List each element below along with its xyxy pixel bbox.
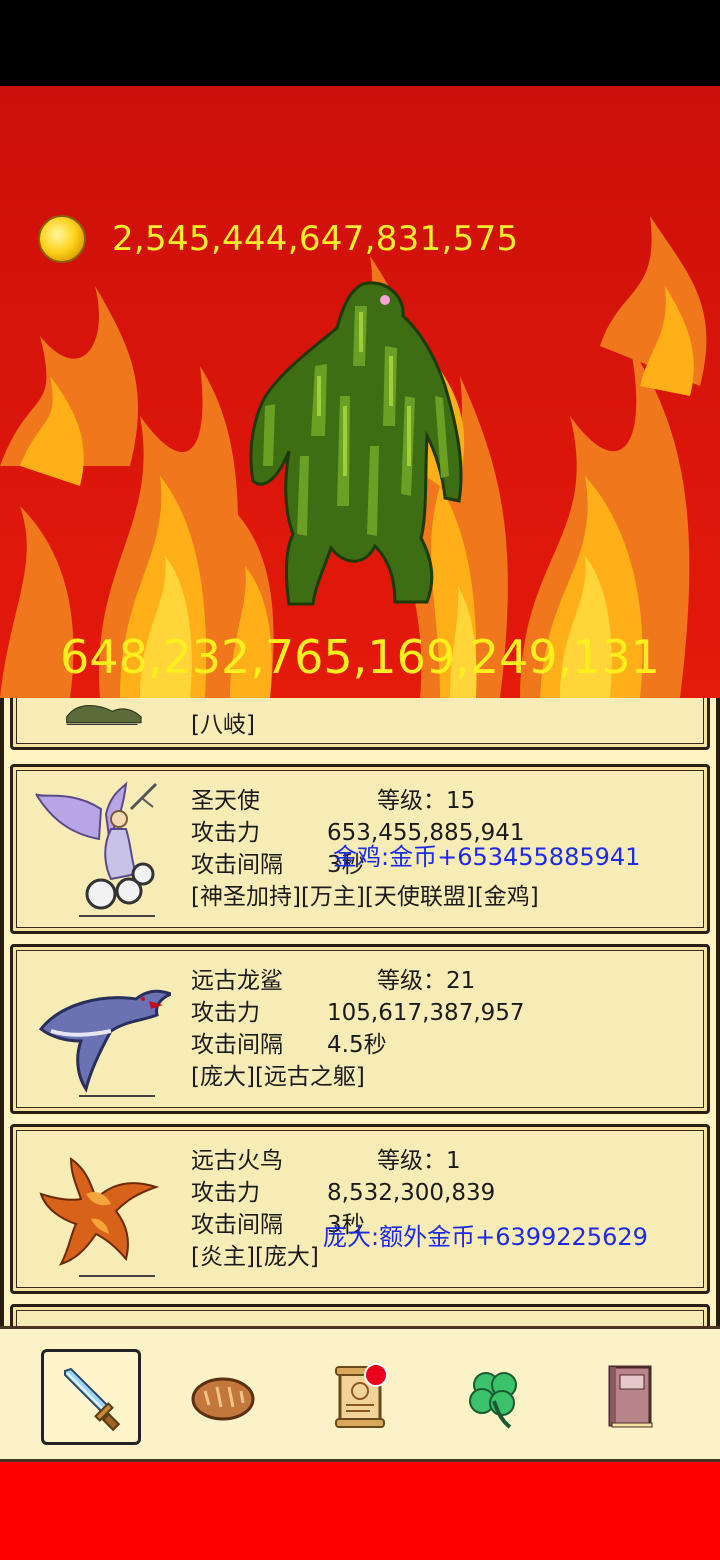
list-border-left: [0, 698, 4, 1330]
firebird-portrait: [39, 1157, 160, 1266]
yamata-portrait: [66, 705, 142, 725]
attack-label: 攻击力: [191, 1180, 260, 1206]
holy-angel-portrait: [35, 781, 158, 910]
tab-quests[interactable]: [310, 1349, 410, 1445]
unit-list[interactable]: [八岐] 圣天使 等级：15 攻击力 653,455,885,941 攻击间隔 …: [0, 698, 720, 1330]
unit-name: 远古火鸟: [191, 1148, 283, 1174]
book-icon: [608, 1365, 653, 1428]
list-border-right: [716, 698, 720, 1330]
notification-badge: [364, 1363, 388, 1387]
portrait-shadow: [79, 1275, 155, 1277]
status-bar: [0, 0, 720, 86]
tab-food[interactable]: [173, 1349, 273, 1445]
sword-icon: [64, 1367, 121, 1432]
unit-level: 等级：1: [377, 1148, 461, 1174]
unit-tags: [庞大][远古之躯]: [191, 1064, 365, 1090]
attack-value: 8,532,300,839: [327, 1180, 496, 1206]
bonus-popup-text: 庞大:额外金币+6399225629: [323, 1223, 648, 1251]
interval-value: 4.5秒: [327, 1032, 387, 1058]
portrait-shadow: [79, 1095, 155, 1097]
unit-tags: [八岐]: [191, 712, 255, 738]
unit-card-ancient-dragon-shark[interactable]: 远古龙鲨 等级：21 攻击力 105,617,387,957 攻击间隔 4.5秒…: [10, 944, 710, 1114]
battle-scene[interactable]: 2,545,444,647,831,575 648,232,765,169,24…: [0, 86, 720, 698]
swamp-monster-sprite[interactable]: [245, 276, 470, 611]
unit-level: 等级：15: [377, 788, 476, 814]
boss-hp: 648,232,765,169,249,131: [60, 630, 660, 684]
unit-level: 等级：21: [377, 968, 476, 994]
bottom-tab-bar: [0, 1326, 720, 1462]
unit-name: 圣天使: [191, 788, 260, 814]
attack-label: 攻击力: [191, 820, 260, 846]
gold-amount: 2,545,444,647,831,575: [112, 219, 519, 259]
gold-counter: 2,545,444,647,831,575: [38, 214, 518, 264]
portrait-shadow: [79, 915, 155, 917]
bonus-popup-text: 金鸡:金币+653455885941: [333, 843, 641, 871]
unit-card-holy-angel[interactable]: 圣天使 等级：15 攻击力 653,455,885,941 攻击间隔 3秒 [神…: [10, 764, 710, 934]
bottom-banner-area: [0, 1462, 720, 1560]
tab-codex[interactable]: [580, 1349, 680, 1445]
attack-label: 攻击力: [191, 1000, 260, 1026]
bread-icon: [191, 1377, 255, 1421]
gold-coin-icon: [38, 215, 86, 263]
clover-icon: [469, 1372, 517, 1429]
tab-battle[interactable]: [41, 1349, 141, 1445]
dragon-shark-portrait: [38, 989, 171, 1093]
tab-luck[interactable]: [444, 1349, 544, 1445]
unit-card-yamata[interactable]: [八岐]: [10, 698, 710, 750]
interval-label: 攻击间隔: [191, 852, 283, 878]
interval-label: 攻击间隔: [191, 1212, 283, 1238]
attack-value: 105,617,387,957: [327, 1000, 525, 1026]
interval-label: 攻击间隔: [191, 1032, 283, 1058]
unit-name: 远古龙鲨: [191, 968, 283, 994]
unit-tags: [炎主][庞大]: [191, 1244, 319, 1270]
unit-tags: [神圣加持][万主][天使联盟][金鸡]: [191, 884, 539, 910]
unit-card-ancient-firebird[interactable]: 远古火鸟 等级：1 攻击力 8,532,300,839 攻击间隔 3秒 [炎主]…: [10, 1124, 710, 1294]
